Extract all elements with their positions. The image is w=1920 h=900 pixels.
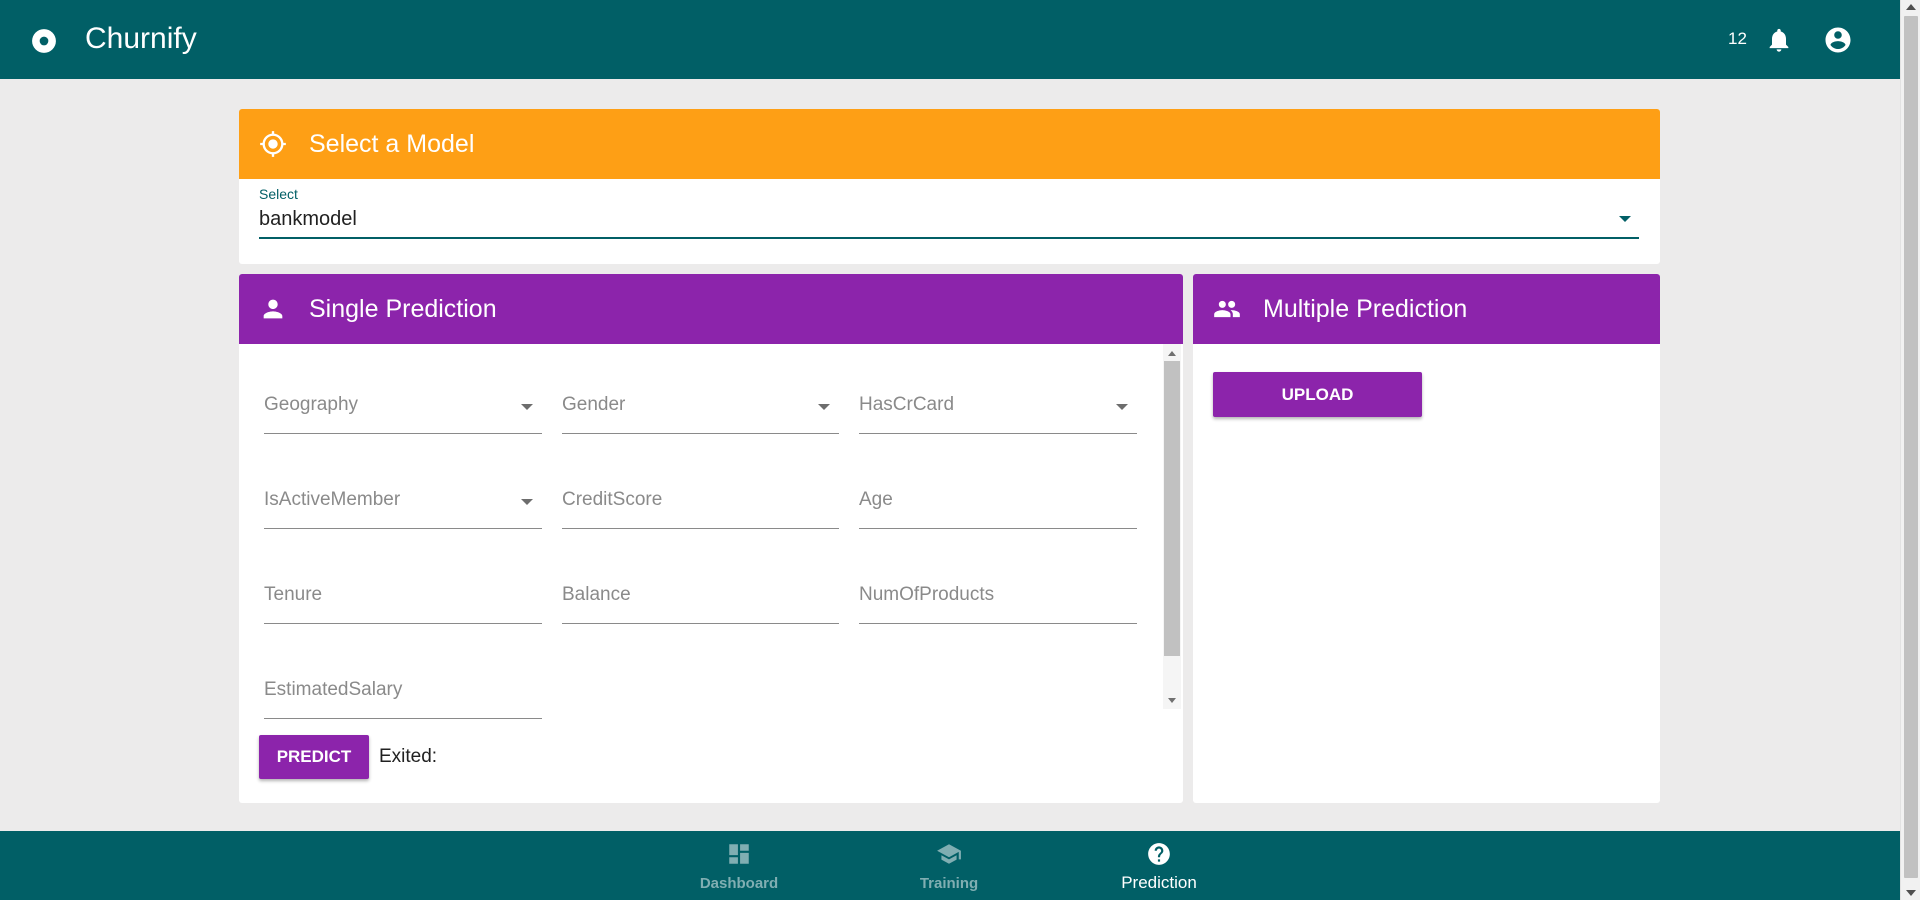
model-select-title: Select a Model	[309, 130, 475, 158]
scroll-up-arrow-icon[interactable]	[1906, 4, 1916, 10]
upload-button[interactable]: Upload	[1213, 372, 1422, 417]
field-label: IsActiveMember	[264, 489, 401, 510]
predict-button[interactable]: Predict	[259, 735, 369, 779]
scroll-down-arrow-icon[interactable]	[1168, 698, 1176, 703]
balance-input[interactable]: Balance	[562, 574, 839, 624]
scroll-thumb[interactable]	[1164, 361, 1180, 656]
single-prediction-header: Single Prediction	[239, 274, 1183, 344]
multiple-prediction-title: Multiple Prediction	[1263, 295, 1468, 323]
people-icon	[1214, 300, 1240, 318]
field-label: NumOfProducts	[859, 584, 995, 605]
page-scroll-thumb[interactable]	[1904, 16, 1918, 878]
form-scrollbar[interactable]	[1163, 344, 1181, 709]
scroll-up-arrow-icon[interactable]	[1168, 351, 1176, 356]
bell-icon[interactable]	[1765, 26, 1793, 54]
bottom-navigation: Dashboard Training Prediction	[0, 831, 1900, 900]
app-bar: Churnify 12	[0, 0, 1900, 79]
field-underline	[264, 433, 542, 434]
chevron-down-icon[interactable]	[1619, 216, 1631, 222]
app-title: Churnify	[85, 22, 197, 55]
field-underline	[264, 623, 542, 624]
multiple-prediction-card: Multiple Prediction Upload	[1193, 274, 1660, 803]
field-label: Geography	[264, 394, 359, 415]
account-circle-icon[interactable]	[1823, 25, 1853, 55]
page-scrollbar[interactable]	[1900, 0, 1920, 900]
field-label: CreditScore	[562, 489, 663, 510]
field-underline	[859, 623, 1137, 624]
field-label: EstimatedSalary	[264, 679, 403, 700]
field-label: HasCrCard	[859, 394, 955, 415]
scroll-down-arrow-icon[interactable]	[1906, 890, 1916, 896]
select-value[interactable]: bankmodel	[259, 208, 357, 231]
numofproducts-input[interactable]: NumOfProducts	[859, 574, 1137, 624]
nav-label: Training	[919, 875, 979, 892]
single-prediction-card: Single Prediction Geography Gender HasCr…	[239, 274, 1183, 803]
hascrcard-select[interactable]: HasCrCard	[859, 384, 1137, 434]
help-circle-icon	[1148, 843, 1170, 865]
person-icon	[263, 299, 283, 319]
dropdown-arrow-icon[interactable]	[818, 404, 830, 410]
field-underline	[562, 433, 839, 434]
geography-select[interactable]: Geography	[264, 384, 542, 434]
field-underline	[859, 528, 1137, 529]
field-underline	[859, 433, 1137, 434]
school-icon	[937, 844, 961, 864]
field-underline	[562, 623, 839, 624]
field-underline	[562, 528, 839, 529]
field-underline	[264, 528, 542, 529]
creditscore-input[interactable]: CreditScore	[562, 479, 839, 529]
field-label: Balance	[562, 584, 631, 605]
notification-count: 12	[1728, 29, 1747, 48]
tenure-input[interactable]: Tenure	[264, 574, 542, 624]
single-prediction-title: Single Prediction	[309, 295, 497, 323]
field-underline	[264, 718, 542, 719]
nav-item-training[interactable]: Training	[869, 831, 1029, 900]
field-label: Gender	[562, 394, 626, 415]
nav-label: Dashboard	[699, 875, 779, 892]
select-underline	[259, 237, 1639, 239]
nav-label: Prediction	[1121, 873, 1197, 892]
dropdown-arrow-icon[interactable]	[521, 499, 533, 505]
age-input[interactable]: Age	[859, 479, 1137, 529]
nav-item-dashboard[interactable]: Dashboard	[659, 831, 819, 900]
gender-select[interactable]: Gender	[562, 384, 839, 434]
estimatedsalary-input[interactable]: EstimatedSalary	[264, 669, 542, 719]
isactivemember-select[interactable]: IsActiveMember	[264, 479, 542, 529]
crosshair-icon	[260, 131, 286, 157]
dropdown-arrow-icon[interactable]	[1116, 404, 1128, 410]
dashboard-icon	[729, 844, 749, 864]
multiple-prediction-header: Multiple Prediction	[1193, 274, 1660, 344]
select-label: Select	[259, 186, 298, 202]
dropdown-arrow-icon[interactable]	[521, 404, 533, 410]
model-select-card: Select a Model Select bankmodel	[239, 109, 1660, 264]
app-logo-icon	[32, 29, 56, 53]
exited-result-label: Exited:	[379, 746, 438, 767]
nav-item-prediction[interactable]: Prediction	[1079, 831, 1239, 900]
field-label: Age	[859, 489, 893, 510]
field-label: Tenure	[264, 584, 323, 605]
model-select-header: Select a Model	[239, 109, 1660, 179]
